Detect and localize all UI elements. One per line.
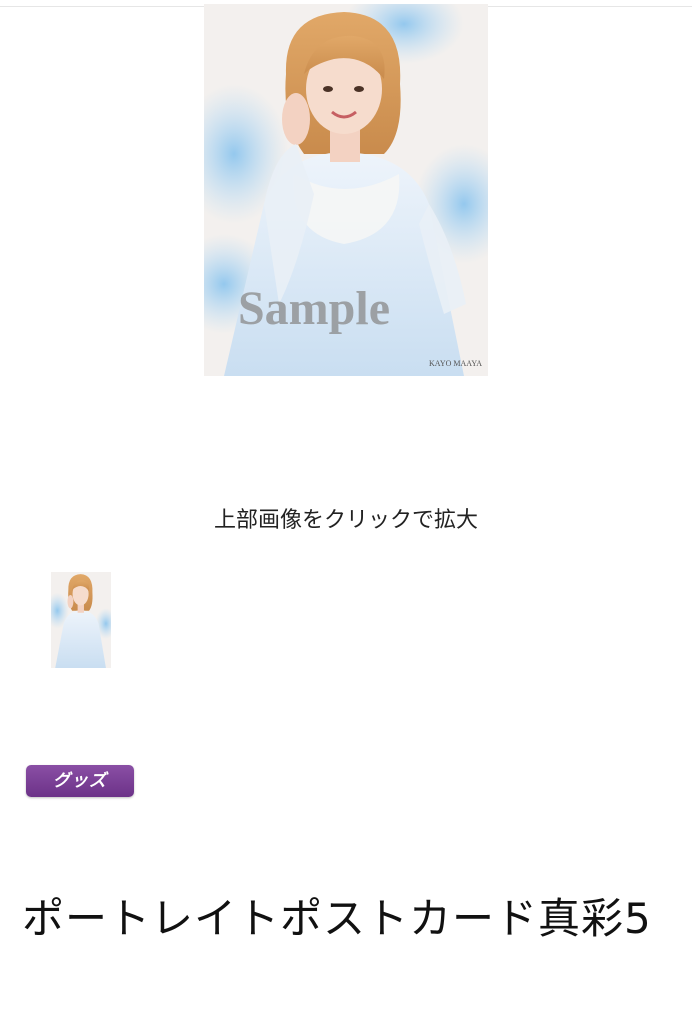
- product-main-image[interactable]: Sample KAYO MAAYA: [204, 4, 488, 376]
- category-badge: グッズ: [26, 765, 134, 797]
- signature-text: KAYO MAAYA: [429, 359, 482, 368]
- portrait-photo: Sample KAYO MAAYA: [204, 4, 488, 376]
- sample-watermark: Sample: [238, 282, 390, 335]
- product-title: ポートレイトポストカード真彩5: [22, 894, 652, 943]
- product-thumbnail[interactable]: [51, 572, 111, 668]
- thumbnail-photo: [51, 572, 111, 668]
- enlarge-caption: 上部画像をクリックで拡大: [213, 508, 478, 533]
